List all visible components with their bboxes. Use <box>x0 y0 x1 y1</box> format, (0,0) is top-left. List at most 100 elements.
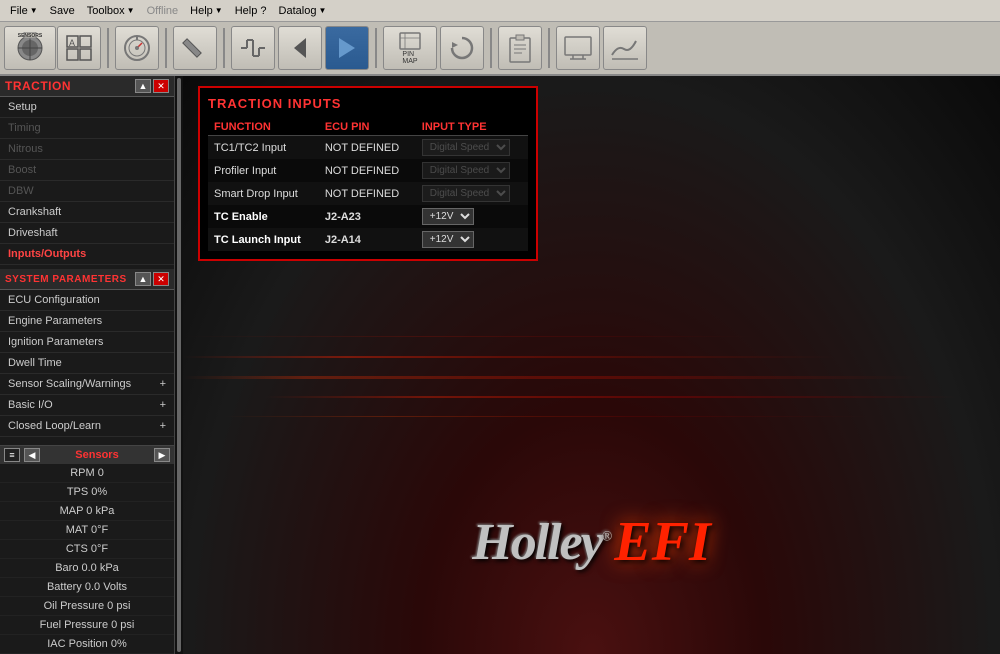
input-type-select-4[interactable]: +12V <box>422 231 474 248</box>
gauge-toolbar-icon <box>122 33 152 63</box>
sidebar-item-setup[interactable]: Setup <box>0 97 174 118</box>
sensors-list-btn[interactable]: ≡ <box>4 448 20 462</box>
sensors-prev-btn[interactable]: ◀ <box>24 448 40 462</box>
menu-help-arrow: ▼ <box>215 6 223 15</box>
input-function-3: TC Enable <box>208 205 319 228</box>
system-params-controls: ▲ ✕ <box>135 272 169 286</box>
toolbar-pencil-btn[interactable] <box>173 26 217 70</box>
sensor-map: MAP 0 kPa <box>0 502 174 521</box>
sidebar-item-closed-loop[interactable]: Closed Loop/Learn + <box>0 416 174 437</box>
system-minimize-btn[interactable]: ▲ <box>135 272 151 286</box>
sensor-oil-pressure: Oil Pressure 0 psi <box>0 597 174 616</box>
refresh-toolbar-icon <box>448 34 476 62</box>
sensors-title: Sensors <box>44 449 150 461</box>
grid-toolbar-icon: A <box>65 34 93 62</box>
toolbar-refresh-btn[interactable] <box>440 26 484 70</box>
sidebar-item-dwell-time[interactable]: Dwell Time <box>0 353 174 374</box>
menu-file[interactable]: File ▼ <box>4 3 44 19</box>
input-function-2: Smart Drop Input <box>208 182 319 205</box>
streak-2 <box>183 376 1000 379</box>
menu-toolbox-arrow: ▼ <box>127 6 135 15</box>
toolbar-waveform-btn[interactable] <box>231 26 275 70</box>
toolbar-sensors-btn[interactable]: SENSORS <box>4 26 56 70</box>
main-area: TRACTION ▲ ✕ Setup Timing Nitrous Boost … <box>0 76 1000 654</box>
toolbar-triangle-btn[interactable] <box>325 26 369 70</box>
toolbar-gauge-btn[interactable] <box>115 26 159 70</box>
toolbar: SENSORS A <box>0 22 1000 76</box>
basic-io-plus: + <box>160 399 166 411</box>
sidebar-item-ecu-config[interactable]: ECU Configuration <box>0 290 174 311</box>
streak-4 <box>183 416 1000 417</box>
traction-title: TRACTION <box>5 79 71 93</box>
input-pin-0: NOT DEFINED <box>319 136 416 160</box>
sensor-scaling-plus: + <box>160 378 166 390</box>
input-type-1[interactable]: Digital Speed <box>416 159 528 182</box>
toolbar-divider-6 <box>548 28 550 68</box>
input-pin-3: J2-A23 <box>319 205 416 228</box>
sidebar-item-ignition-params[interactable]: Ignition Parameters <box>0 332 174 353</box>
input-type-0[interactable]: Digital Speed <box>416 136 528 160</box>
scrollbar-thumb[interactable] <box>177 78 181 652</box>
sidebar-item-inputs-outputs[interactable]: Inputs/Outputs <box>0 244 174 265</box>
input-type-select-0[interactable]: Digital Speed <box>422 139 510 156</box>
sidebar-item-nitrous: Nitrous <box>0 139 174 160</box>
input-pin-2: NOT DEFINED <box>319 182 416 205</box>
toolbar-divider-1 <box>107 28 109 68</box>
holley-registered: ® <box>602 529 610 544</box>
sidebar-item-sensor-scaling[interactable]: Sensor Scaling/Warnings + <box>0 374 174 395</box>
sensor-rpm: RPM 0 <box>0 464 174 483</box>
traction-close-btn[interactable]: ✕ <box>153 79 169 93</box>
streak-1 <box>183 356 1000 358</box>
input-type-select-1[interactable]: Digital Speed <box>422 162 510 179</box>
input-pin-1: NOT DEFINED <box>319 159 416 182</box>
menu-toolbox[interactable]: Toolbox ▼ <box>81 3 141 19</box>
toolbar-divider-3 <box>223 28 225 68</box>
input-type-3[interactable]: +12V <box>416 205 528 228</box>
svg-text:SENSORS: SENSORS <box>18 33 43 39</box>
sidebar-item-boost: Boost <box>0 160 174 181</box>
toolbar-grid-btn[interactable]: A <box>57 26 101 70</box>
sidebar-item-basic-io[interactable]: Basic I/O + <box>0 395 174 416</box>
input-type-select-3[interactable]: +12V <box>422 208 474 225</box>
sensor-cts: CTS 0°F <box>0 540 174 559</box>
sidebar-item-driveshaft[interactable]: Driveshaft <box>0 223 174 244</box>
input-type-2[interactable]: Digital Speed <box>416 182 528 205</box>
pinmap-label: PINMAP <box>402 51 417 65</box>
sidebar-item-crankshaft[interactable]: Crankshaft <box>0 202 174 223</box>
right-triangle-toolbar-icon <box>333 34 361 62</box>
closed-loop-plus: + <box>160 420 166 432</box>
sidebar-item-engine-params[interactable]: Engine Parameters <box>0 311 174 332</box>
menu-offline[interactable]: Offline <box>141 3 185 19</box>
toolbar-chart-btn[interactable] <box>603 26 647 70</box>
toolbar-monitor-btn[interactable] <box>556 26 600 70</box>
sensor-fuel-pressure: Fuel Pressure 0 psi <box>0 616 174 635</box>
streak-5 <box>183 336 1000 337</box>
sidebar-scrollbar[interactable] <box>175 76 183 654</box>
menu-datalog[interactable]: Datalog ▼ <box>273 3 333 19</box>
sensor-mat: MAT 0°F <box>0 521 174 540</box>
streak-3 <box>183 396 1000 398</box>
sensor-battery: Battery 0.0 Volts <box>0 578 174 597</box>
toolbar-arrow-btn[interactable] <box>278 26 322 70</box>
menu-help2[interactable]: Help ? <box>229 3 273 19</box>
menu-help[interactable]: Help ▼ <box>184 3 229 19</box>
toolbar-clipboard-btn[interactable] <box>498 26 542 70</box>
sensors-next-btn[interactable]: ▶ <box>154 448 170 462</box>
input-type-select-2[interactable]: Digital Speed <box>422 185 510 202</box>
menu-save[interactable]: Save <box>44 3 81 19</box>
waveform-toolbar-icon <box>239 34 267 62</box>
sensor-tps: TPS 0% <box>0 483 174 502</box>
content-area: TRACTION INPUTS FUNCTION ECU PIN INPUT T… <box>183 76 1000 654</box>
chart-toolbar-icon <box>610 35 640 61</box>
input-function-4: TC Launch Input <box>208 228 319 251</box>
sensor-baro: Baro 0.0 kPa <box>0 559 174 578</box>
sidebar-item-dbw: DBW <box>0 181 174 202</box>
traction-minimize-btn[interactable]: ▲ <box>135 79 151 93</box>
toolbar-pinmap-btn[interactable]: PINMAP <box>383 26 437 70</box>
sidebar: TRACTION ▲ ✕ Setup Timing Nitrous Boost … <box>0 76 175 654</box>
input-type-4[interactable]: +12V <box>416 228 528 251</box>
system-close-btn[interactable]: ✕ <box>153 272 169 286</box>
system-params-header: SYSTEM PARAMETERS ▲ ✕ <box>0 269 174 290</box>
traction-section-header: TRACTION ▲ ✕ <box>0 76 174 97</box>
col-ecu-pin: ECU PIN <box>319 119 416 136</box>
